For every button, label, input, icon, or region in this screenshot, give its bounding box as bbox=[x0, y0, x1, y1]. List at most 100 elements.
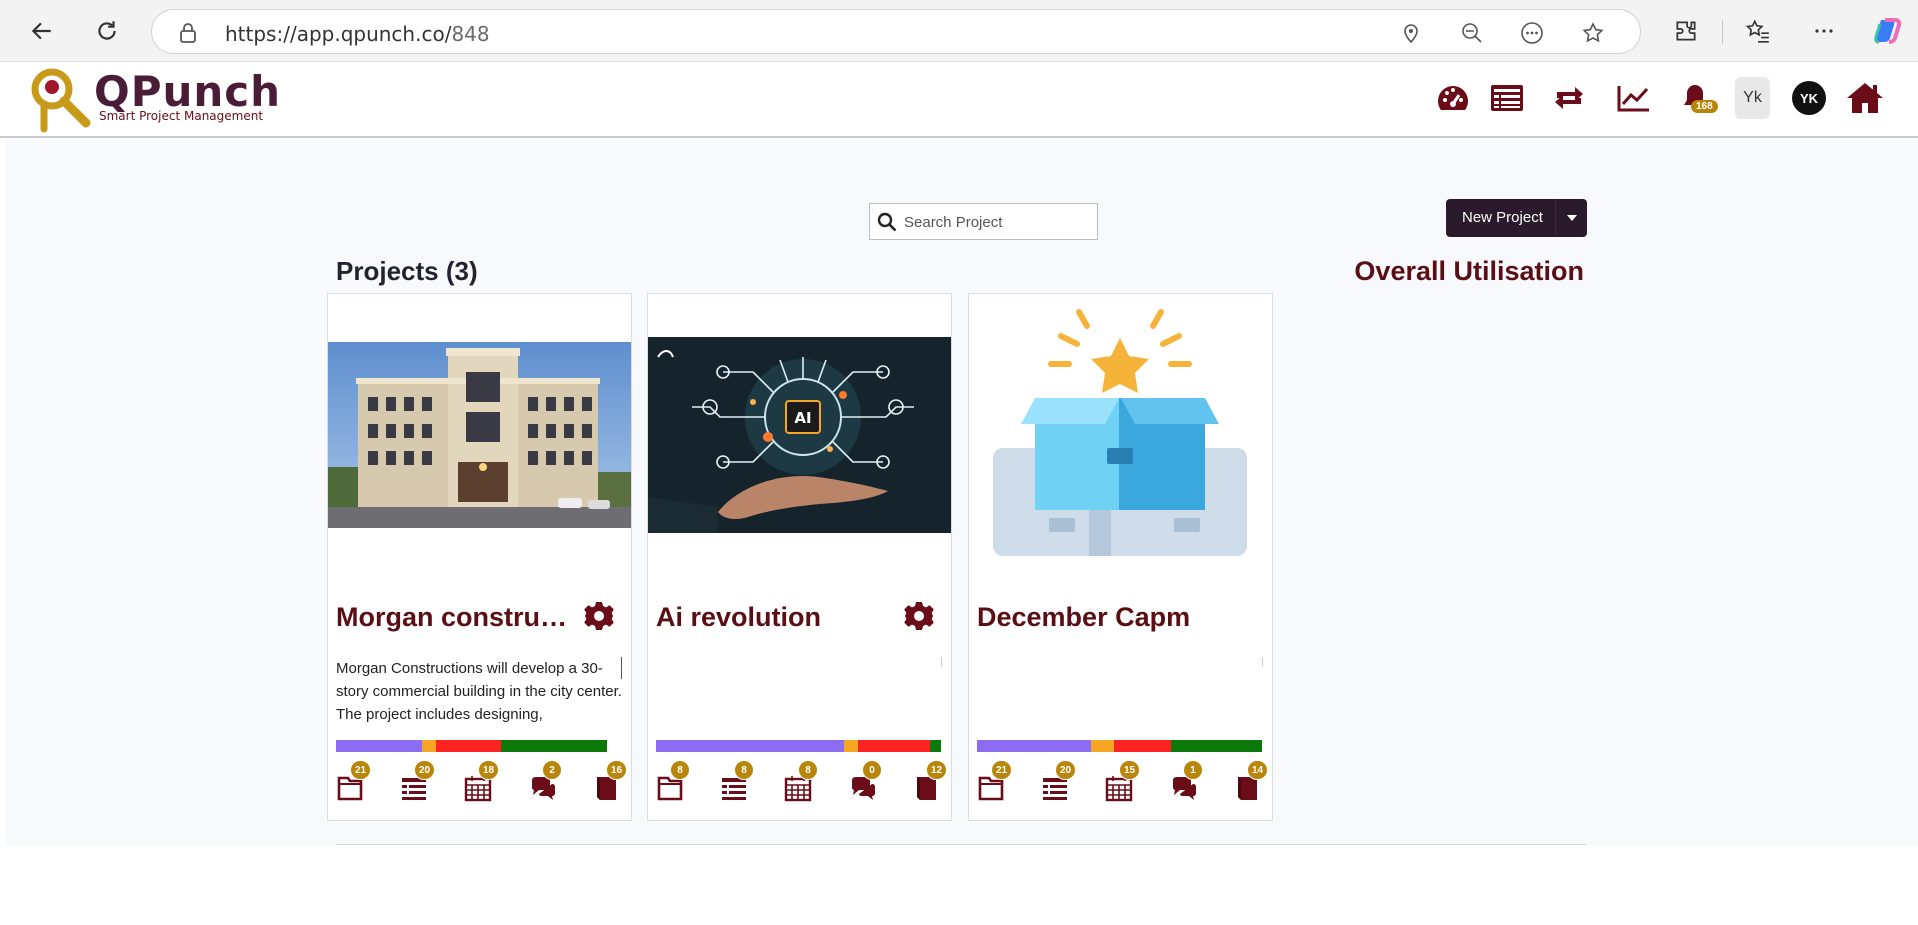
stat-book[interactable]: 12 bbox=[912, 760, 956, 804]
stat-count-badge: 2 bbox=[542, 760, 562, 780]
progress-planned-segment bbox=[977, 740, 1091, 752]
user-initials-button[interactable]: Yk bbox=[1735, 77, 1770, 119]
project-title[interactable]: Ai revolution bbox=[656, 602, 896, 633]
search-input[interactable] bbox=[904, 210, 1089, 234]
stat-calendar[interactable]: 15 bbox=[1105, 760, 1149, 804]
progress-pending-segment bbox=[1091, 740, 1114, 752]
url-host: https://app.qpunch.co/ bbox=[225, 22, 452, 46]
zoom-out-icon[interactable] bbox=[1459, 20, 1485, 46]
progress-done-segment bbox=[1170, 740, 1262, 752]
logo-key-icon bbox=[31, 68, 91, 133]
stat-count-badge: 0 bbox=[862, 760, 882, 780]
stat-count-badge: 20 bbox=[414, 760, 436, 780]
stat-count-badge: 21 bbox=[350, 760, 372, 780]
stat-calendar[interactable]: 8 bbox=[784, 760, 828, 804]
progress-overdue-segment bbox=[858, 740, 930, 752]
project-title[interactable]: December Capm bbox=[977, 602, 1217, 633]
project-image-box[interactable] bbox=[969, 308, 1272, 558]
stat-count-badge: 1 bbox=[1183, 760, 1203, 780]
progress-done-segment bbox=[501, 740, 607, 752]
settings-more-icon[interactable] bbox=[1808, 15, 1840, 47]
new-project-dropdown-caret-icon[interactable] bbox=[1555, 199, 1587, 237]
refresh-icon[interactable] bbox=[90, 14, 124, 48]
stat-count-badge: 8 bbox=[798, 760, 818, 780]
stat-count-badge: 14 bbox=[1247, 760, 1269, 780]
project-card[interactable]: Morgan construct... Morgan Constructions… bbox=[327, 293, 632, 821]
projects-heading: Projects (3) bbox=[336, 256, 478, 286]
overall-utilisation-heading: Overall Utilisation bbox=[1354, 256, 1584, 286]
location-icon[interactable] bbox=[1398, 20, 1424, 46]
project-settings-gear-icon[interactable] bbox=[903, 600, 935, 632]
project-title[interactable]: Morgan construct... bbox=[336, 602, 576, 633]
logo-subtitle: Smart Project Management bbox=[99, 109, 264, 123]
stat-calendar[interactable]: 18 bbox=[464, 760, 508, 804]
svg-text:AI: AI bbox=[794, 409, 811, 427]
stat-chat[interactable]: 0 bbox=[848, 760, 892, 804]
search-project-box[interactable] bbox=[869, 203, 1098, 240]
notifications-bell-icon[interactable]: 168 bbox=[1675, 78, 1718, 118]
project-description: Morgan Constructions will develop a 30-s… bbox=[336, 657, 626, 723]
description-scrollbar[interactable] bbox=[621, 657, 622, 679]
stat-tasks[interactable]: 8 bbox=[720, 760, 764, 804]
project-settings-gear-icon[interactable] bbox=[583, 600, 615, 632]
back-icon[interactable] bbox=[25, 14, 59, 48]
new-project-label: New Project bbox=[1462, 209, 1543, 226]
stat-folder[interactable]: 8 bbox=[656, 760, 700, 804]
sync-arrows-icon[interactable] bbox=[1549, 78, 1589, 118]
stat-tasks[interactable]: 20 bbox=[400, 760, 444, 804]
project-progress-bar bbox=[977, 740, 1262, 752]
address-bar[interactable]: https://app.qpunch.co/848 bbox=[151, 9, 1641, 54]
progress-planned-segment bbox=[656, 740, 845, 752]
progress-done-segment bbox=[929, 740, 941, 752]
project-image-building[interactable] bbox=[328, 342, 631, 528]
new-project-button[interactable]: New Project bbox=[1446, 199, 1587, 237]
stat-book[interactable]: 14 bbox=[1233, 760, 1277, 804]
dashboard-gauge-icon[interactable] bbox=[1433, 78, 1473, 118]
app-header: QPunch Smart Project Management 168 Yk Y… bbox=[0, 62, 1918, 138]
stat-count-badge: 15 bbox=[1119, 760, 1141, 780]
url-path: 848 bbox=[451, 22, 490, 46]
stat-chat[interactable]: 1 bbox=[1169, 760, 1213, 804]
browser-toolbar: https://app.qpunch.co/848 bbox=[0, 0, 1918, 62]
project-description-text: Morgan Constructions will develop a 30-s… bbox=[336, 660, 622, 723]
progress-pending-segment bbox=[844, 740, 859, 752]
toolbar-separator bbox=[1722, 20, 1723, 44]
stat-count-badge: 20 bbox=[1055, 760, 1077, 780]
stat-folder[interactable]: 21 bbox=[977, 760, 1021, 804]
project-description bbox=[977, 657, 1267, 723]
stat-count-badge: 16 bbox=[606, 760, 628, 780]
description-scrollbar[interactable] bbox=[1262, 657, 1263, 667]
notifications-count-badge: 168 bbox=[1691, 100, 1718, 113]
project-image-ai[interactable]: AI bbox=[648, 337, 951, 533]
progress-planned-segment bbox=[336, 740, 422, 752]
lock-icon[interactable] bbox=[178, 22, 198, 49]
user-avatar[interactable]: YK bbox=[1792, 81, 1826, 115]
stat-count-badge: 18 bbox=[478, 760, 500, 780]
stat-tasks[interactable]: 20 bbox=[1041, 760, 1085, 804]
project-stats: 21 20 18 2 16 bbox=[336, 760, 628, 810]
project-card[interactable]: AI Ai revolution 8 8 8 0 12 bbox=[647, 293, 952, 821]
stat-chat[interactable]: 2 bbox=[528, 760, 572, 804]
home-icon[interactable] bbox=[1845, 78, 1885, 118]
stat-book[interactable]: 16 bbox=[592, 760, 636, 804]
stat-count-badge: 8 bbox=[670, 760, 690, 780]
project-description bbox=[656, 657, 946, 723]
url-text: https://app.qpunch.co/848 bbox=[225, 22, 490, 46]
analytics-chart-icon[interactable] bbox=[1614, 78, 1654, 118]
search-icon bbox=[877, 212, 897, 237]
project-stats: 8 8 8 0 12 bbox=[656, 760, 948, 810]
qpunch-logo[interactable]: QPunch Smart Project Management bbox=[30, 65, 280, 135]
copilot-icon[interactable] bbox=[1872, 15, 1904, 47]
progress-pending-segment bbox=[421, 740, 436, 752]
list-view-icon[interactable] bbox=[1487, 78, 1527, 118]
description-scrollbar[interactable] bbox=[941, 657, 942, 667]
favorite-star-icon[interactable] bbox=[1580, 20, 1606, 46]
progress-overdue-segment bbox=[435, 740, 502, 752]
extensions-icon[interactable] bbox=[1670, 15, 1702, 47]
stat-count-badge: 12 bbox=[926, 760, 948, 780]
stat-count-badge: 8 bbox=[734, 760, 754, 780]
favorites-list-icon[interactable] bbox=[1742, 15, 1774, 47]
project-card[interactable]: December Capm 21 20 15 1 14 bbox=[968, 293, 1273, 821]
stat-folder[interactable]: 21 bbox=[336, 760, 380, 804]
more-tools-icon[interactable] bbox=[1519, 20, 1545, 46]
